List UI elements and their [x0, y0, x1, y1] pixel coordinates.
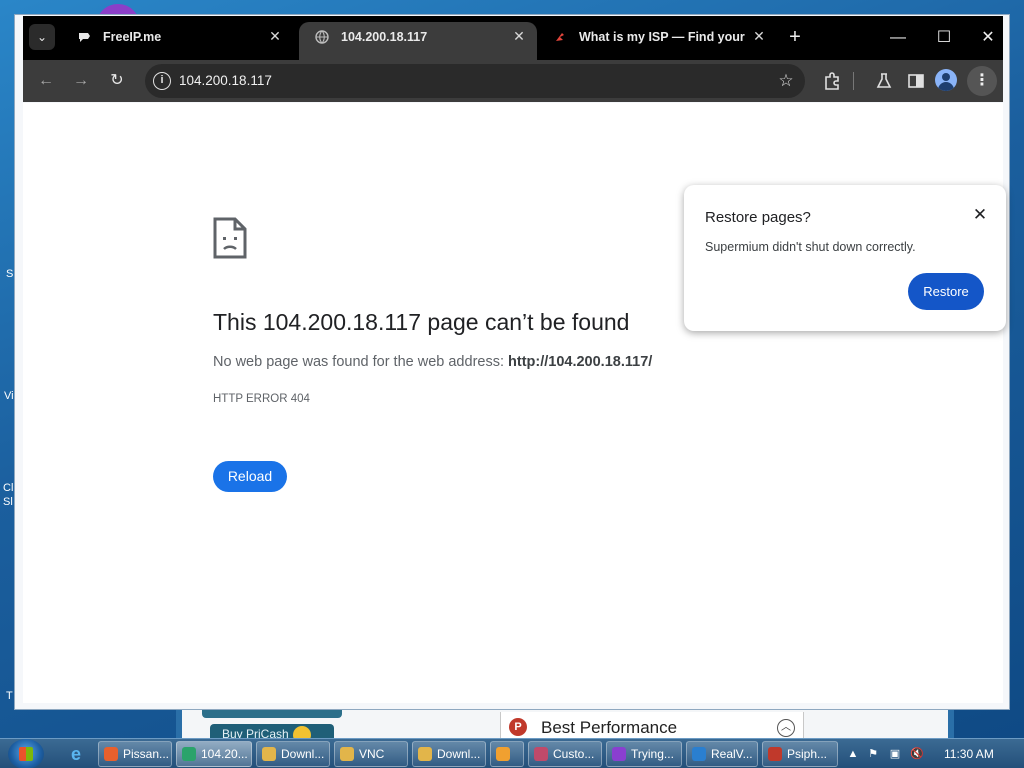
isp-favicon-icon [556, 33, 564, 41]
tray-expand-icon[interactable]: ▲ [846, 747, 860, 761]
tab-title: What is my ISP — Find your Int [579, 30, 747, 44]
restore-pages-popup: Restore pages? ✕ Supermium didn't shut d… [684, 185, 1006, 331]
best-performance-panel[interactable]: P Best Performance ︿ [500, 712, 804, 740]
taskbar-button-label: Psiph... [787, 747, 828, 761]
maximize-button[interactable]: ☐ [921, 24, 967, 52]
sad-page-icon [213, 217, 247, 259]
tab-title: FreeIP.me [103, 30, 162, 44]
error-description: No web page was found for the web addres… [213, 354, 652, 370]
desktop-icon-label: T [6, 690, 13, 702]
desktop-icon-label: Sl [3, 496, 13, 508]
app-icon [768, 747, 782, 761]
taskbar-button[interactable]: Downl... [412, 741, 486, 767]
taskbar-clock[interactable]: 11:30 AM [944, 747, 994, 761]
volume-muted-icon[interactable]: 🔇 [910, 747, 924, 761]
extensions-icon[interactable] [819, 68, 845, 94]
back-icon[interactable]: ← [33, 68, 59, 94]
tab-ip-address[interactable]: 104.200.18.117 ✕ [299, 22, 537, 60]
app-icon [104, 747, 118, 761]
taskbar-button-label: Downl... [437, 747, 481, 761]
taskbar-button[interactable]: Custo... [528, 741, 602, 767]
globe-icon [315, 30, 329, 44]
info-icon[interactable]: i [153, 72, 171, 90]
error-description-text: No web page was found for the web addres… [213, 354, 509, 370]
restore-title: Restore pages? [705, 209, 811, 226]
taskbar-button-label: 104.20... [201, 747, 248, 761]
page-content: This 104.200.18.117 page can’t be found … [23, 103, 1006, 703]
tab-whatismyisp[interactable]: What is my ISP — Find your Int ✕ [537, 22, 777, 60]
restore-message: Supermium didn't shut down correctly. [705, 240, 916, 254]
start-button[interactable] [8, 739, 44, 768]
taskbar-button[interactable]: Trying... [606, 741, 682, 767]
tab-title: 104.200.18.117 [341, 30, 428, 44]
browser-toolbar: ← → ↻ i 104.200.18.117 ☆ ⋮ [23, 60, 1003, 102]
chevron-down-icon: ⌄ [36, 30, 48, 44]
restore-button[interactable]: Restore [908, 273, 984, 310]
close-icon[interactable]: ✕ [749, 26, 769, 46]
error-url: http://104.200.18.117/ [508, 354, 653, 370]
psiphon-icon: P [509, 718, 527, 736]
error-title: This 104.200.18.117 page can’t be found [213, 309, 630, 335]
taskbar-button[interactable]: Pissan... [98, 741, 172, 767]
taskbar-button[interactable]: Psiph... [762, 741, 838, 767]
side-panel-icon[interactable] [903, 68, 929, 94]
desktop-icon-label: Cl [3, 482, 14, 494]
chevron-up-icon[interactable]: ︿ [777, 719, 795, 737]
app-icon [418, 747, 432, 761]
app-icon [612, 747, 626, 761]
app-icon [496, 747, 510, 761]
new-tab-button[interactable]: + [783, 26, 807, 50]
taskbar-button-label: Pissan... [123, 747, 170, 761]
tab-freeip[interactable]: FreeIP.me ✕ [61, 22, 293, 60]
app-icon [692, 747, 706, 761]
flag-icon[interactable]: ⚑ [866, 747, 880, 761]
taskbar-button-label: Downl... [281, 747, 325, 761]
taskbar-button-label: Trying... [631, 747, 674, 761]
app-icon [182, 747, 196, 761]
taskbar: e Pissan... 104.20... Downl... VNC Downl... C… [0, 738, 1024, 768]
network-icon[interactable]: ▣ [888, 747, 902, 761]
error-code: HTTP ERROR 404 [213, 393, 310, 405]
reload-button[interactable]: Reload [213, 461, 287, 492]
taskbar-button-label: RealV... [711, 747, 753, 761]
reload-icon[interactable]: ↻ [104, 68, 130, 94]
desktop-icon-label: S [6, 268, 14, 280]
close-icon[interactable]: ✕ [265, 26, 285, 46]
browser-window: ⌄ FreeIP.me ✕ 104.200.18.117 ✕ What is m… [14, 14, 1010, 710]
app-icon [262, 747, 276, 761]
address-text[interactable]: 104.200.18.117 [179, 73, 272, 88]
close-window-button[interactable]: ✕ [965, 24, 1011, 52]
background-window: Buy PriCash P Best Performance ︿ [176, 706, 954, 740]
close-icon[interactable]: ✕ [509, 26, 529, 46]
forward-icon[interactable]: → [68, 68, 94, 94]
taskbar-button[interactable]: RealV... [686, 741, 758, 767]
toolbar-separator [853, 72, 854, 90]
star-icon[interactable]: ☆ [775, 70, 797, 92]
taskbar-button-label: Custo... [553, 747, 595, 761]
address-bar[interactable]: i 104.200.18.117 ☆ [145, 64, 805, 98]
minimize-button[interactable]: — [875, 24, 921, 52]
app-icon [534, 747, 548, 761]
taskbar-button[interactable] [490, 741, 524, 767]
taskbar-button[interactable]: VNC [334, 741, 408, 767]
tab-search-button[interactable]: ⌄ [29, 24, 55, 50]
best-performance-label: Best Performance [541, 718, 678, 737]
taskbar-button[interactable]: 104.20... [176, 741, 252, 767]
profile-icon[interactable] [935, 69, 957, 91]
internet-explorer-icon[interactable]: e [64, 743, 88, 765]
taskbar-button-label: VNC [359, 747, 385, 761]
labs-icon[interactable] [871, 68, 897, 94]
app-icon [340, 747, 354, 761]
tab-strip: ⌄ FreeIP.me ✕ 104.200.18.117 ✕ What is m… [23, 16, 1003, 60]
taskbar-button[interactable]: Downl... [256, 741, 330, 767]
desktop-icon-label: Vi [4, 390, 14, 402]
menu-icon[interactable]: ⋮ [967, 66, 997, 96]
close-icon[interactable]: ✕ [970, 205, 990, 225]
freeip-favicon-icon [79, 33, 90, 42]
